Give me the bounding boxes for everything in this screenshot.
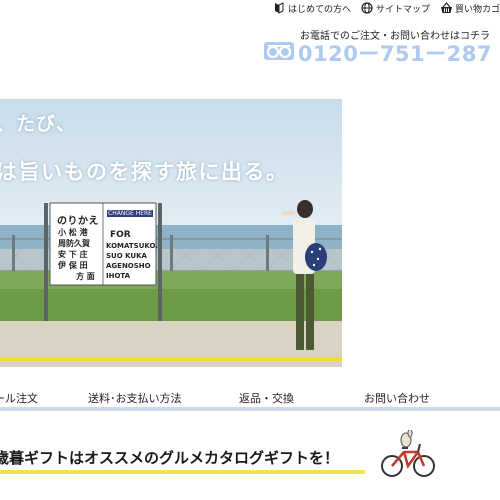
sign-station-ja: 安 下 庄 (58, 250, 88, 259)
header-links: はじめての方へ サイトマップ 買い物カゴ (263, 0, 500, 16)
header-link-label: サイトマップ (375, 4, 430, 15)
promo-underline (0, 470, 365, 474)
sign-station-en: IHOTA (106, 272, 131, 280)
header-link-beginner[interactable]: はじめての方へ (273, 2, 351, 15)
beginner-icon (273, 2, 285, 14)
sign-for: FOR (110, 230, 131, 240)
phone-contact[interactable]: 0120ー751ー287 (263, 38, 492, 68)
globe-icon (361, 2, 373, 14)
basket-icon (440, 2, 452, 14)
hero-photo (0, 99, 342, 367)
main-nav: ール注文 送料･お支払い方法 返品・交換 お問い合わせ (0, 386, 500, 408)
header-link-sitemap[interactable]: サイトマップ (361, 2, 430, 15)
sign-station-en: AGENOSHO (106, 262, 151, 270)
sign-station-ja: 伊 保 田 (58, 261, 88, 270)
nav-divider (0, 407, 500, 411)
sign-station-en: KOMATSUKO. (106, 242, 158, 250)
sign-title: のりかえ (57, 216, 99, 227)
sign-stations-en: KOMATSUKO. SUO KUKA AGENOSHO IHOTA (106, 241, 158, 281)
sign-stations-ja: 小 松 港 周防久賀 安 下 庄 伊 保 田 方 面 (58, 227, 95, 282)
nav-item-mail-order[interactable]: ール注文 (0, 390, 38, 406)
header-link-label: はじめての方へ (287, 4, 351, 15)
freedial-icon (263, 42, 298, 64)
header-link-label: 買い物カゴ (454, 4, 500, 15)
hero-headline-top: 、たび、 (0, 113, 77, 135)
nav-item-contact[interactable]: お問い合わせ (364, 390, 430, 406)
sign-station-ja: 小 松 港 (58, 228, 88, 237)
sign-station-ja: 方 面 (76, 272, 95, 281)
hero-headline: は旨いものを探す旅に出る。 (0, 160, 289, 184)
phone-number: 0120ー751ー287 (297, 42, 492, 66)
sign-change-here: CHANGE HERE (107, 210, 153, 217)
hero-banner[interactable]: 、たび、 は旨いものを探す旅に出る。 のりかえ CHANGE HERE FOR … (0, 99, 342, 367)
nav-item-shipping-payment[interactable]: 送料･お支払い方法 (88, 390, 182, 406)
promo-headline[interactable]: 歳暮ギフトはオススメのグルメカタログギフトを！ (0, 447, 339, 468)
sign-station-ja: 周防久賀 (58, 239, 90, 248)
nav-item-returns[interactable]: 返品・交換 (239, 390, 294, 406)
sign-station-en: SUO KUKA (106, 252, 147, 260)
header-link-cart[interactable]: 買い物カゴ (440, 2, 500, 15)
